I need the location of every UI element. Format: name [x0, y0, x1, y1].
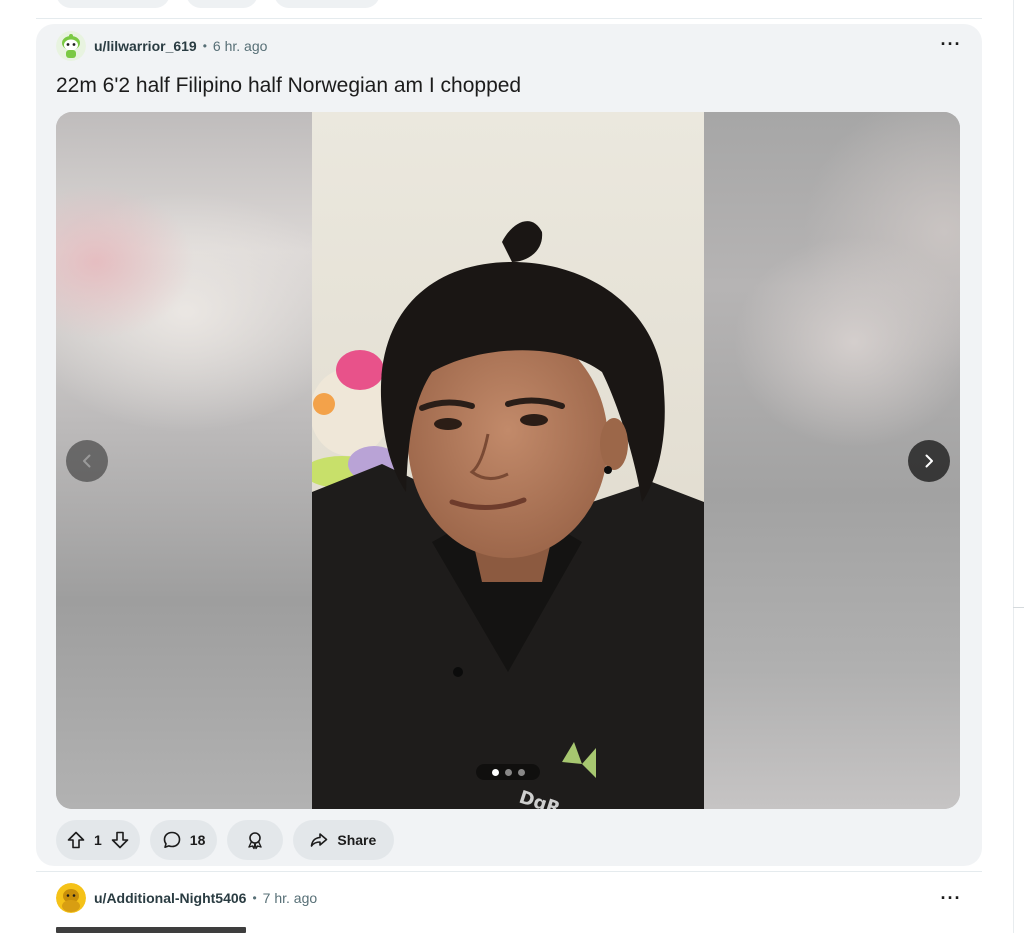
post-timestamp: 6 hr. ago	[212, 38, 268, 54]
meta-separator: •	[252, 891, 257, 905]
post-action-bar: 1 18 Share	[56, 820, 395, 860]
snoo-avatar-icon	[56, 883, 86, 913]
selfie-photo: DqR	[312, 112, 704, 809]
downvote-icon	[111, 831, 129, 849]
post-meta: u/lilwarrior_619 • 6 hr. ago	[56, 28, 267, 64]
post-title[interactable]: 22m 6'2 half Filipino half Norwegian am …	[56, 74, 521, 98]
user-avatar[interactable]	[56, 31, 86, 61]
gallery-prev-button[interactable]	[66, 440, 108, 482]
share-button[interactable]: Share	[293, 820, 395, 860]
gallery-pagination-dots	[476, 764, 540, 780]
award-icon	[248, 832, 263, 850]
snoo-avatar-icon	[56, 31, 86, 61]
chevron-right-icon	[925, 454, 933, 468]
next-post-meta: u/Additional-Night5406 • 7 hr. ago	[56, 882, 317, 914]
share-arrow-icon	[311, 833, 328, 847]
vote-count: 1	[94, 832, 102, 848]
upvote-button[interactable]	[64, 828, 88, 852]
post-more-options-button[interactable]: ···	[936, 32, 966, 56]
next-post-author[interactable]: u/Additional-Night5406	[94, 890, 246, 906]
next-post-timestamp: 7 hr. ago	[262, 890, 318, 906]
prev-post-action-pill[interactable]	[56, 0, 170, 8]
gallery-dot[interactable]	[517, 768, 525, 776]
comments-button[interactable]: 18	[149, 820, 218, 860]
post-divider	[36, 18, 982, 19]
right-rail-tick	[1013, 607, 1024, 608]
prev-post-action-pill[interactable]	[186, 0, 258, 8]
prev-post-action-pill[interactable]	[274, 0, 380, 8]
award-button[interactable]	[227, 820, 284, 860]
downvote-button[interactable]	[108, 828, 132, 852]
post-card[interactable]: u/lilwarrior_619 • 6 hr. ago ··· 22m 6'2…	[36, 24, 982, 866]
next-user-avatar[interactable]	[56, 883, 86, 913]
chevron-left-icon	[83, 454, 91, 468]
gallery-dot-active[interactable]	[491, 768, 499, 776]
post-author[interactable]: u/lilwarrior_619	[94, 38, 197, 54]
meta-separator: •	[202, 39, 207, 53]
right-rail-border	[1013, 0, 1014, 933]
next-post-title-clipped[interactable]	[56, 925, 246, 933]
next-post-more-options-button[interactable]: ···	[936, 886, 966, 910]
clipped-title-ink	[56, 927, 246, 933]
upvote-icon	[67, 831, 85, 849]
gallery-dot[interactable]	[504, 768, 512, 776]
feed-page: u/lilwarrior_619 • 6 hr. ago ··· 22m 6'2…	[0, 0, 1024, 933]
media-gallery[interactable]: DqR	[56, 112, 960, 809]
gallery-next-button[interactable]	[908, 440, 950, 482]
post-divider	[36, 871, 982, 872]
comment-count: 18	[189, 832, 206, 848]
vote-pill: 1	[56, 820, 140, 860]
gallery-image[interactable]: DqR	[312, 112, 704, 809]
comment-bubble-icon	[163, 831, 181, 848]
share-label: Share	[337, 832, 377, 848]
